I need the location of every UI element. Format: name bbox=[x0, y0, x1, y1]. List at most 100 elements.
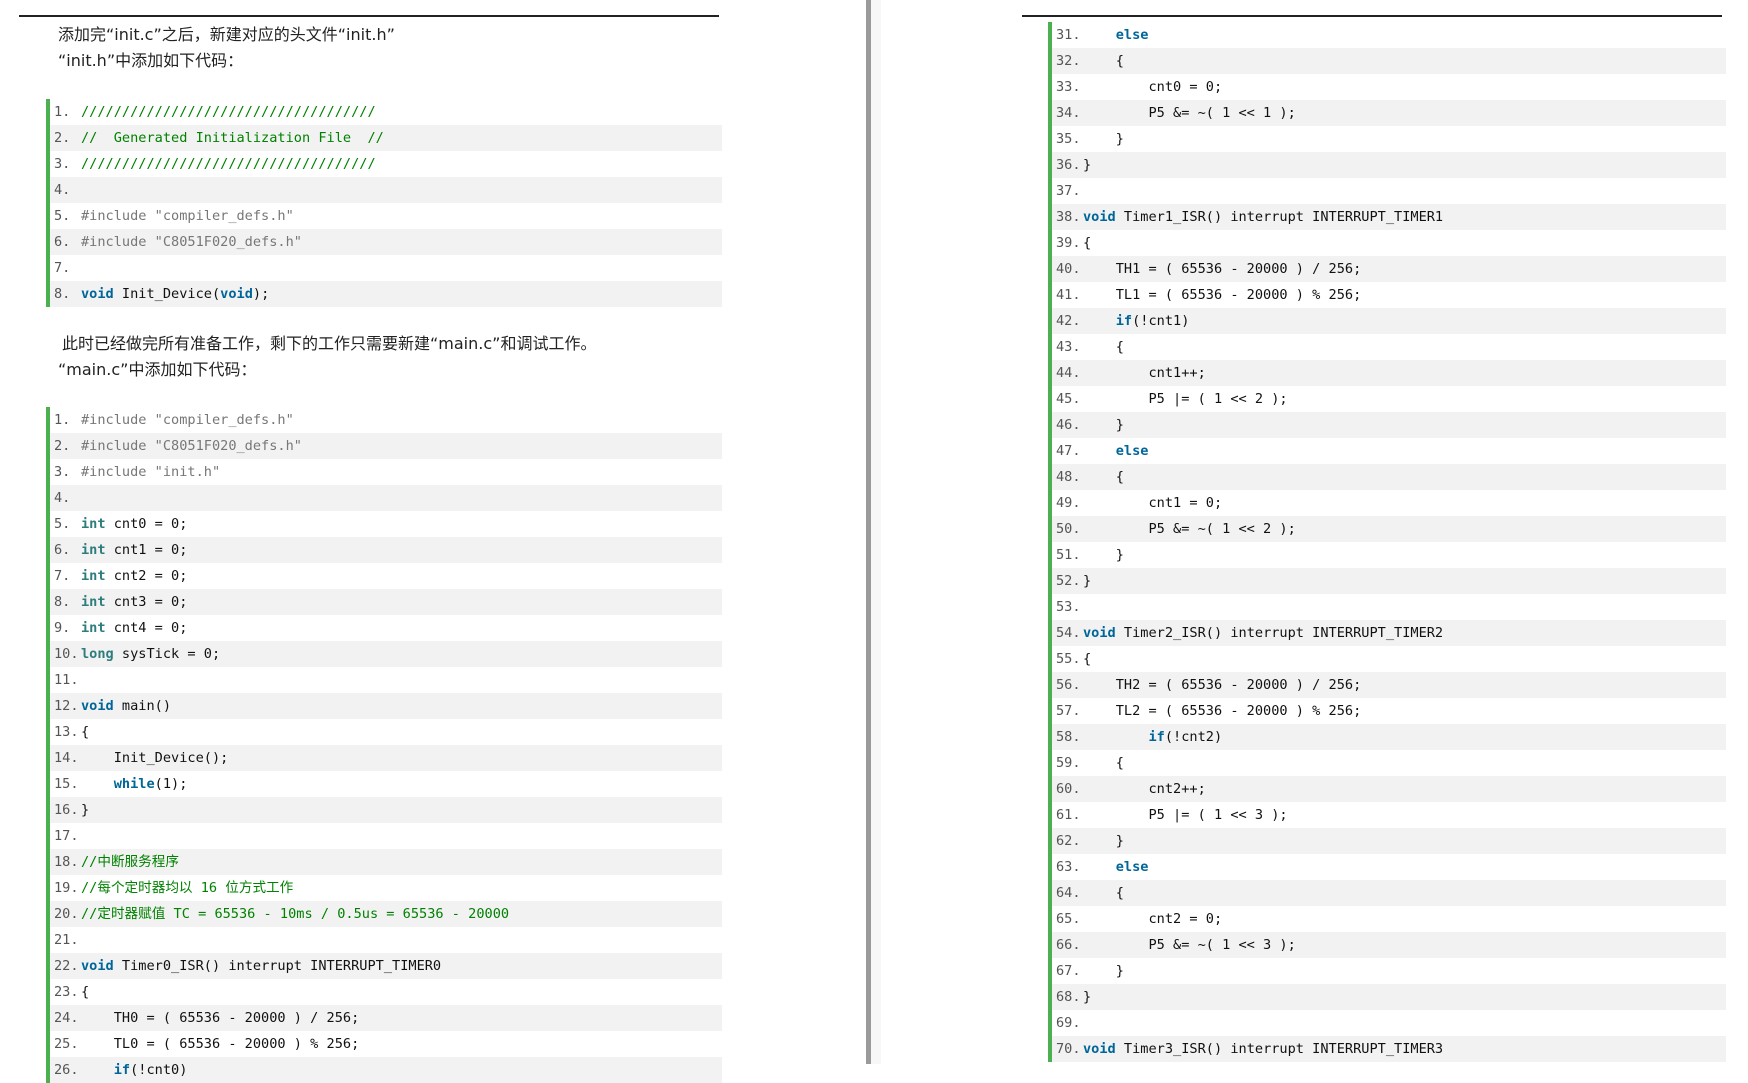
line-number: 19. bbox=[54, 880, 79, 896]
line-number: 4. bbox=[54, 182, 71, 198]
code-line: 57. TL2 = ( 65536 - 20000 ) % 256; bbox=[1052, 698, 1726, 724]
line-number: 1. bbox=[54, 104, 71, 120]
code-line: 59. { bbox=[1052, 750, 1726, 776]
code-line: 36.} bbox=[1052, 152, 1726, 178]
code-line: 32. { bbox=[1052, 48, 1726, 74]
code-line: 25. TL0 = ( 65536 - 20000 ) % 256; bbox=[50, 1031, 722, 1057]
code-line: 9. int cnt4 = 0; bbox=[50, 615, 722, 641]
code-line: 2. #include "C8051F020_defs.h" bbox=[50, 433, 722, 459]
line-number: 55. bbox=[1056, 651, 1081, 667]
line-number: 2. bbox=[54, 130, 71, 146]
code-line: 67. } bbox=[1052, 958, 1726, 984]
code-text: cnt2++; bbox=[1083, 781, 1206, 797]
code-line: 46. } bbox=[1052, 412, 1726, 438]
line-number: 14. bbox=[54, 750, 79, 766]
code-line: 17. bbox=[50, 823, 722, 849]
code-text: if(!cnt1) bbox=[1115, 313, 1190, 329]
code-line: 7. bbox=[50, 255, 722, 281]
line-number: 59. bbox=[1056, 755, 1081, 771]
code-line: 62. } bbox=[1052, 828, 1726, 854]
line-number: 39. bbox=[1056, 235, 1081, 251]
line-number: 17. bbox=[54, 828, 79, 844]
code-line: 1. //////////////////////////////////// bbox=[50, 99, 722, 125]
line-number: 56. bbox=[1056, 677, 1081, 693]
code-text: else bbox=[1115, 443, 1149, 459]
code-line: 69. bbox=[1052, 1010, 1726, 1036]
line-number: 8. bbox=[54, 594, 71, 610]
code-text: P5 |= ( 1 << 3 ); bbox=[1083, 807, 1288, 823]
code-text: void Timer0_ISR() interrupt INTERRUPT_TI… bbox=[81, 958, 442, 974]
code-line: 23.{ bbox=[50, 979, 722, 1005]
line-number: 20. bbox=[54, 906, 79, 922]
line-number: 50. bbox=[1056, 521, 1081, 537]
line-number: 9. bbox=[54, 620, 71, 636]
line-number: 63. bbox=[1056, 859, 1081, 875]
code-text: } bbox=[1083, 833, 1124, 849]
line-number: 69. bbox=[1056, 1015, 1081, 1031]
code-text: #include "C8051F020_defs.h" bbox=[81, 234, 302, 250]
code-block-main-c-continued: 31. else 32. {33. cnt0 = 0; 34. P5 &= ~( 1… bbox=[1048, 22, 1726, 1062]
code-line: 24. TH0 = ( 65536 - 20000 ) / 256; bbox=[50, 1005, 722, 1031]
line-number: 40. bbox=[1056, 261, 1081, 277]
code-line: 5. #include "compiler_defs.h" bbox=[50, 203, 722, 229]
code-line: 49. cnt1 = 0; bbox=[1052, 490, 1726, 516]
document-page-left: 添加完“init.c”之后，新建对应的头文件“init.h” “init.h”中… bbox=[0, 0, 866, 1083]
code-text: cnt1 = 0; bbox=[1083, 495, 1223, 511]
code-line: 47. else bbox=[1052, 438, 1726, 464]
code-text: } bbox=[81, 802, 90, 818]
code-text: { bbox=[81, 984, 90, 1000]
code-line: 11. bbox=[50, 667, 722, 693]
line-number: 49. bbox=[1056, 495, 1081, 511]
code-line: 2. // Generated Initialization File // bbox=[50, 125, 722, 151]
page-divider bbox=[866, 0, 871, 1064]
code-text: TH2 = ( 65536 - 20000 ) / 256; bbox=[1083, 677, 1362, 693]
line-number: 6. bbox=[54, 234, 71, 250]
code-text: P5 &= ~( 1 << 2 ); bbox=[1083, 521, 1296, 537]
code-text: { bbox=[1083, 755, 1124, 771]
code-line: 60. cnt2++; bbox=[1052, 776, 1726, 802]
line-number: 32. bbox=[1056, 53, 1081, 69]
code-line: 5. int cnt0 = 0; bbox=[50, 511, 722, 537]
line-number: 33. bbox=[1056, 79, 1081, 95]
line-number: 61. bbox=[1056, 807, 1081, 823]
code-line: 55.{ bbox=[1052, 646, 1726, 672]
line-number: 18. bbox=[54, 854, 79, 870]
code-line: 40. TH1 = ( 65536 - 20000 ) / 256; bbox=[1052, 256, 1726, 282]
intro-paragraph-line1: 添加完“init.c”之后，新建对应的头文件“init.h” bbox=[58, 25, 395, 44]
code-line: 3. #include "init.h" bbox=[50, 459, 722, 485]
code-line: 4. bbox=[50, 485, 722, 511]
code-text: while(1); bbox=[113, 776, 188, 792]
code-line: 10. long sysTick = 0; bbox=[50, 641, 722, 667]
line-number: 24. bbox=[54, 1010, 79, 1026]
code-text: } bbox=[1083, 547, 1124, 563]
code-text: TL1 = ( 65536 - 20000 ) % 256; bbox=[1083, 287, 1362, 303]
line-number: 64. bbox=[1056, 885, 1081, 901]
code-text: TH1 = ( 65536 - 20000 ) / 256; bbox=[1083, 261, 1362, 277]
line-number: 31. bbox=[1056, 27, 1081, 43]
middle-paragraph-line2: “main.c”中添加如下代码： bbox=[58, 360, 257, 379]
code-text: cnt2 = 0; bbox=[1083, 911, 1223, 927]
line-number: 47. bbox=[1056, 443, 1081, 459]
code-text: P5 &= ~( 1 << 3 ); bbox=[1083, 937, 1296, 953]
code-line: 50. P5 &= ~( 1 << 2 ); bbox=[1052, 516, 1726, 542]
code-text: } bbox=[1083, 157, 1092, 173]
code-line: 37. bbox=[1052, 178, 1726, 204]
code-line: 34. P5 &= ~( 1 << 1 ); bbox=[1052, 100, 1726, 126]
line-number: 57. bbox=[1056, 703, 1081, 719]
code-line: 16.} bbox=[50, 797, 722, 823]
code-text: } bbox=[1083, 573, 1092, 589]
line-number: 46. bbox=[1056, 417, 1081, 433]
code-text: if(!cnt0) bbox=[113, 1062, 188, 1078]
code-line: 43. { bbox=[1052, 334, 1726, 360]
intro-paragraph-line2: “init.h”中添加如下代码： bbox=[58, 51, 244, 70]
line-number: 67. bbox=[1056, 963, 1081, 979]
code-text: else bbox=[1115, 27, 1149, 43]
line-number: 65. bbox=[1056, 911, 1081, 927]
code-text: else bbox=[1115, 859, 1149, 875]
code-line: 39.{ bbox=[1052, 230, 1726, 256]
code-line: 20.//定时器赋值 TC = 65536 - 10ms / 0.5us = 6… bbox=[50, 901, 722, 927]
code-line: 12. void main() bbox=[50, 693, 722, 719]
code-line: 56. TH2 = ( 65536 - 20000 ) / 256; bbox=[1052, 672, 1726, 698]
code-line: 6. #include "C8051F020_defs.h" bbox=[50, 229, 722, 255]
code-line: 8. void Init_Device(void); bbox=[50, 281, 722, 307]
